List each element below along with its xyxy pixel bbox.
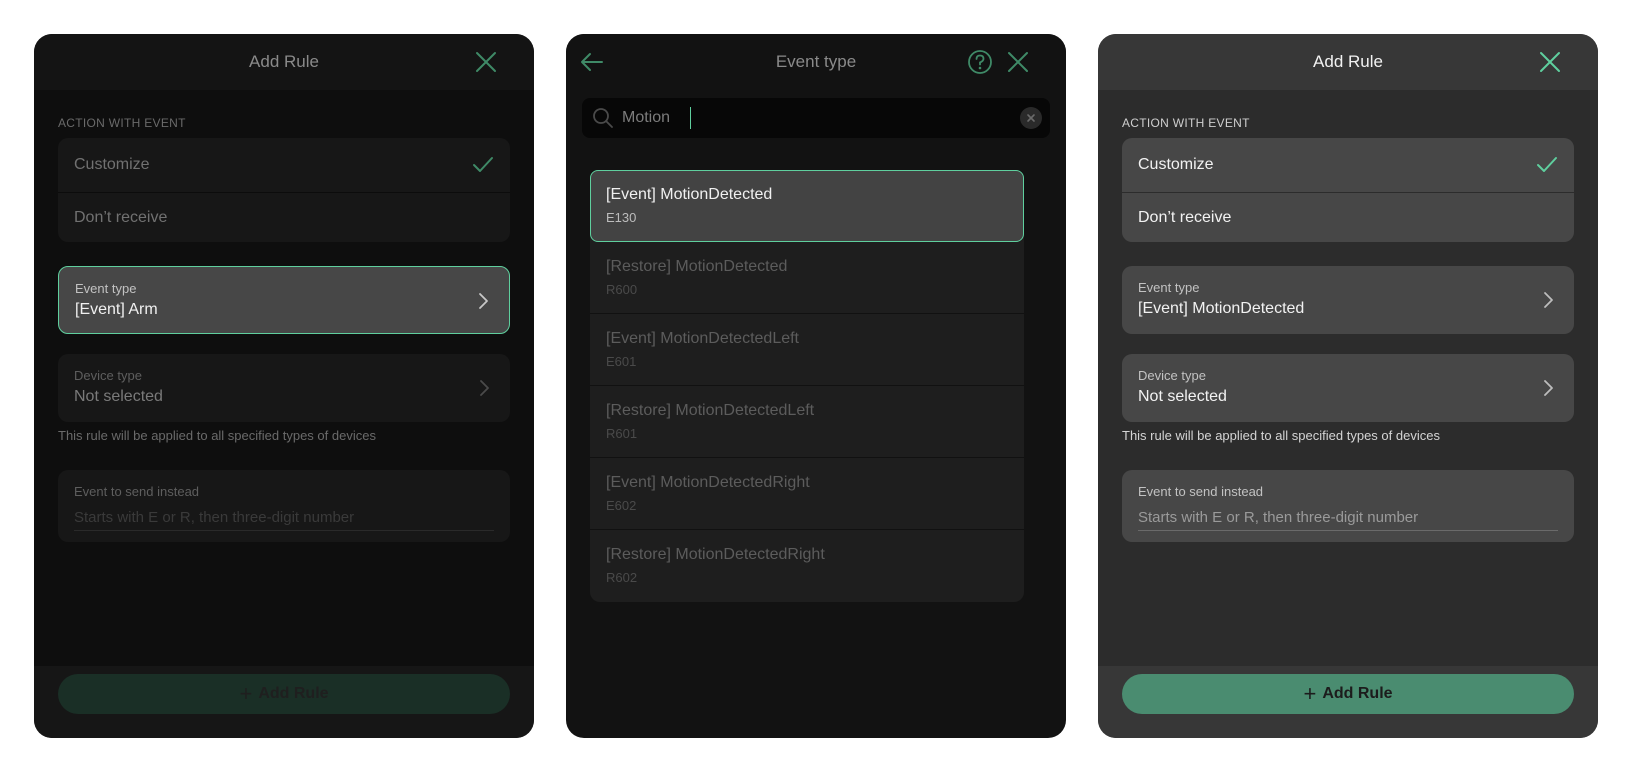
- device-type-label: Device type: [1138, 368, 1206, 383]
- result-code: E602: [606, 498, 637, 513]
- send-instead-field: Event to send instead: [1122, 470, 1574, 542]
- input-underline: [74, 530, 494, 531]
- panel-header: Add Rule: [1098, 34, 1598, 90]
- action-options: Customize Don’t receive: [1122, 138, 1574, 242]
- input-underline: [1138, 530, 1558, 531]
- result-title: [Event] MotionDetectedRight: [606, 474, 810, 491]
- option-label: Customize: [1138, 156, 1214, 173]
- chevron-right-icon: [480, 380, 489, 396]
- device-hint: This rule will be applied to all specifi…: [1122, 428, 1440, 443]
- list-item-selected[interactable]: [Event] MotionDetected E130: [590, 170, 1024, 242]
- result-title: [Event] MotionDetectedLeft: [606, 330, 799, 347]
- option-label: Don’t receive: [74, 209, 168, 226]
- list-item[interactable]: [Restore] MotionDetectedRight R602: [590, 530, 1024, 602]
- check-icon: [1537, 157, 1557, 172]
- text-caret: [690, 107, 691, 129]
- device-type-selector[interactable]: Device type Not selected: [1122, 354, 1574, 422]
- device-type-label: Device type: [74, 368, 142, 383]
- event-type-selector[interactable]: Event type [Event] MotionDetected: [1122, 266, 1574, 334]
- device-type-selector[interactable]: Device type Not selected: [58, 354, 510, 422]
- result-code: R601: [606, 426, 638, 441]
- section-label: ACTION WITH EVENT: [58, 116, 186, 130]
- add-rule-panel-dimmed: Add Rule ACTION WITH EVENT Customize Don…: [34, 34, 534, 738]
- plus-icon: +: [239, 681, 253, 706]
- option-label: Customize: [74, 156, 150, 173]
- result-title: [Restore] MotionDetectedRight: [606, 546, 825, 563]
- section-label: ACTION WITH EVENT: [1122, 116, 1250, 130]
- option-customize[interactable]: Customize: [58, 138, 510, 192]
- result-code: E130: [606, 210, 637, 225]
- event-type-label: Event type: [75, 281, 137, 296]
- action-options: Customize Don’t receive: [58, 138, 510, 242]
- close-icon[interactable]: [472, 48, 500, 76]
- option-label: Don’t receive: [1138, 209, 1232, 226]
- chevron-right-icon: [479, 293, 488, 309]
- check-icon: [473, 157, 493, 172]
- event-type-selector[interactable]: Event type [Event] Arm: [58, 266, 510, 334]
- event-type-label: Event type: [1138, 280, 1200, 295]
- panel-footer: + Add Rule: [1098, 666, 1598, 738]
- clear-icon[interactable]: [1020, 107, 1042, 129]
- close-icon[interactable]: [1536, 48, 1564, 76]
- result-code: R602: [606, 570, 638, 585]
- list-item[interactable]: [Restore] MotionDetectedLeft R601: [590, 386, 1024, 458]
- list-item[interactable]: [Event] MotionDetectedRight E602: [590, 458, 1024, 530]
- page-title: Add Rule: [249, 52, 319, 71]
- device-hint: This rule will be applied to all specifi…: [58, 428, 376, 443]
- result-title: [Restore] MotionDetectedLeft: [606, 402, 815, 419]
- send-instead-label: Event to send instead: [1138, 484, 1264, 499]
- add-rule-label: Add Rule: [1322, 685, 1393, 702]
- chevron-right-icon: [1544, 380, 1553, 396]
- send-instead-label: Event to send instead: [74, 484, 200, 499]
- option-dont-receive[interactable]: Don’t receive: [1122, 193, 1574, 242]
- option-dont-receive[interactable]: Don’t receive: [58, 193, 510, 242]
- device-type-value: Not selected: [74, 388, 163, 405]
- help-circle-icon[interactable]: [966, 48, 994, 76]
- send-instead-field: Event to send instead: [58, 470, 510, 542]
- result-title: [Restore] MotionDetected: [606, 258, 788, 275]
- device-type-value: Not selected: [1138, 388, 1227, 405]
- result-code: R600: [606, 282, 638, 297]
- panel-footer: + Add Rule: [34, 666, 534, 738]
- send-instead-input[interactable]: [74, 504, 494, 530]
- result-title: [Event] MotionDetected: [606, 186, 773, 203]
- search-icon: [593, 108, 613, 128]
- add-rule-panel: Add Rule ACTION WITH EVENT Customize Don…: [1098, 34, 1598, 738]
- search-input[interactable]: [622, 106, 1002, 130]
- option-customize[interactable]: Customize: [1122, 138, 1574, 192]
- add-rule-button[interactable]: + Add Rule: [58, 674, 510, 714]
- list-item[interactable]: [Restore] MotionDetected R600: [590, 242, 1024, 314]
- panel-header: Event type: [566, 34, 1066, 90]
- list-item[interactable]: [Event] MotionDetectedLeft E601: [590, 314, 1024, 386]
- page-title: Add Rule: [1313, 52, 1383, 71]
- send-instead-input[interactable]: [1138, 504, 1558, 530]
- search-bar: [582, 98, 1050, 138]
- add-rule-button[interactable]: + Add Rule: [1122, 674, 1574, 714]
- plus-icon: +: [1303, 681, 1317, 706]
- event-type-value: [Event] MotionDetected: [1138, 300, 1305, 317]
- panel-header: Add Rule: [34, 34, 534, 90]
- event-type-value: [Event] Arm: [75, 301, 158, 318]
- result-code: E601: [606, 354, 637, 369]
- event-type-panel: Event type [Restore] MotionDetected R600…: [566, 34, 1066, 738]
- chevron-right-icon: [1544, 292, 1553, 308]
- close-icon[interactable]: [1004, 48, 1032, 76]
- add-rule-label: Add Rule: [258, 685, 329, 702]
